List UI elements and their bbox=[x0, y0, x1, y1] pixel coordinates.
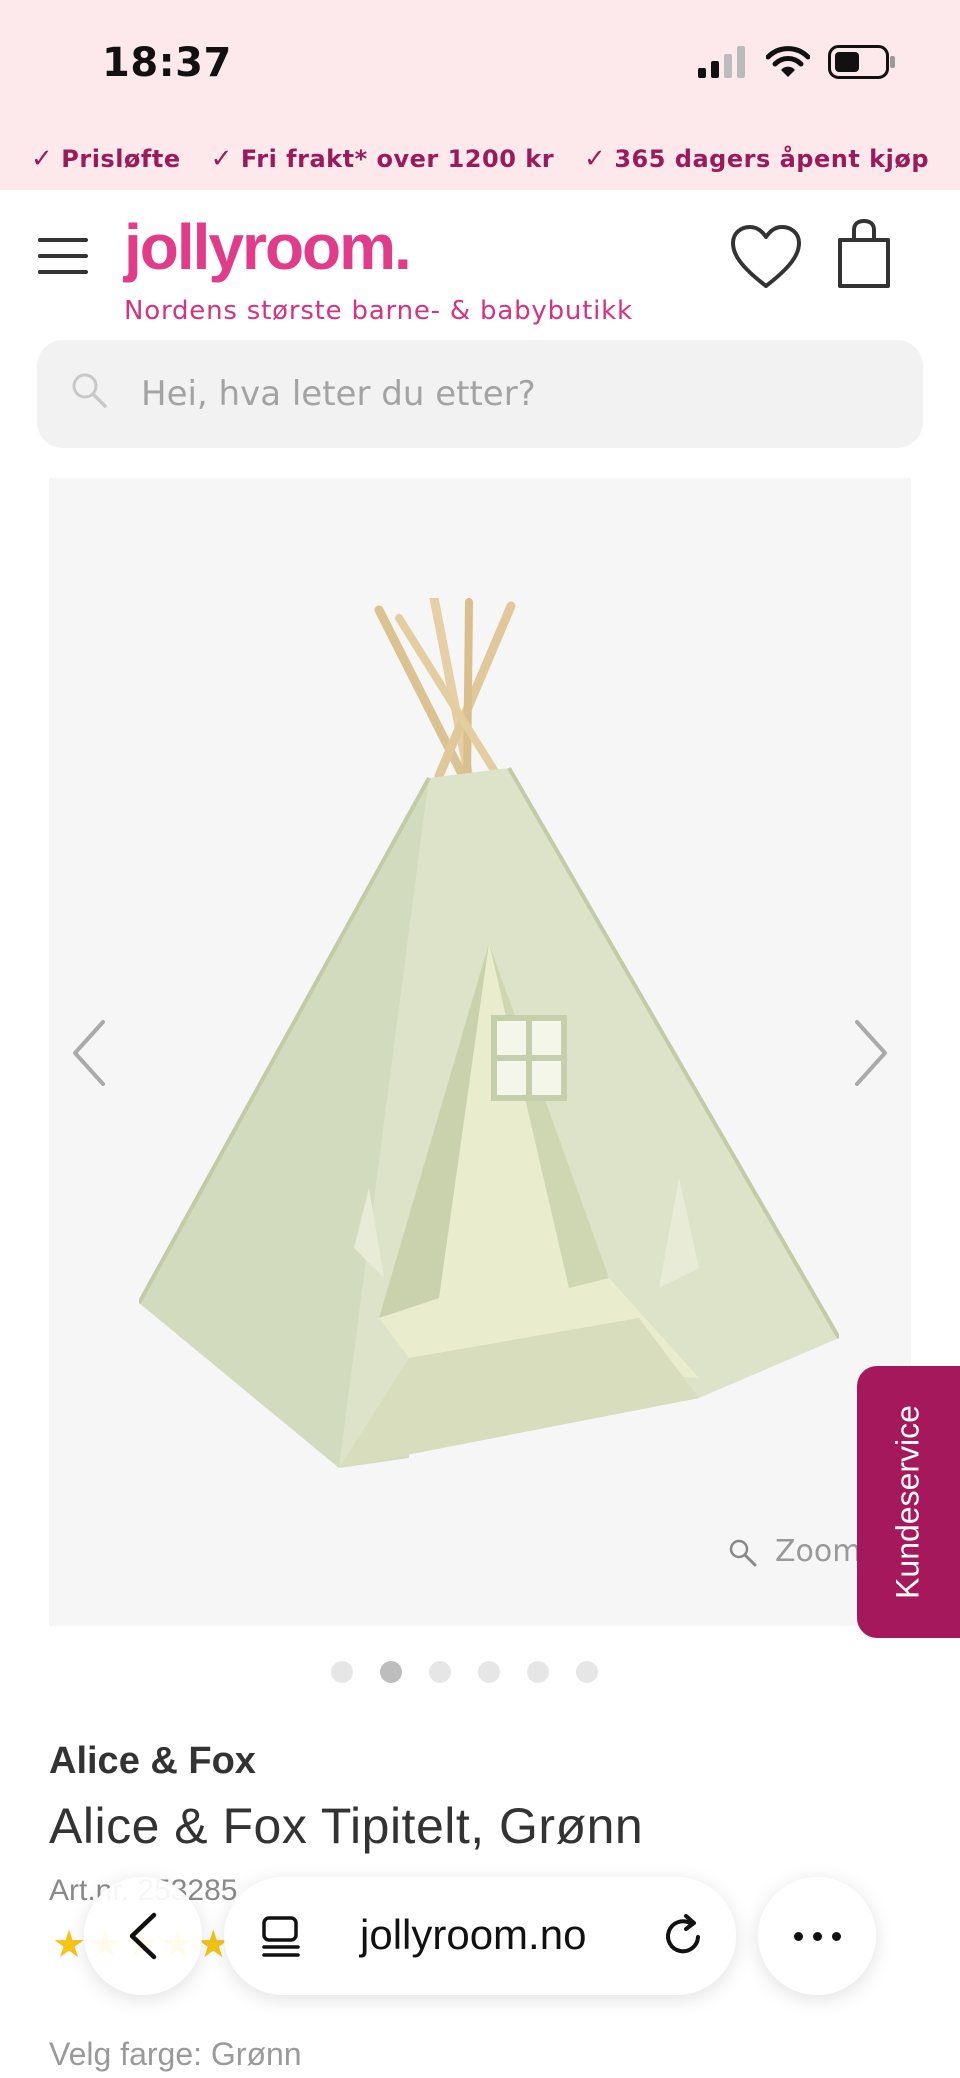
status-bar: 18:37 bbox=[0, 0, 960, 128]
usp-item: ✓ Prisløfte bbox=[31, 144, 181, 174]
product-gallery[interactable]: Zoom bbox=[49, 478, 911, 1626]
carousel-dot[interactable] bbox=[526, 1661, 549, 1683]
search-bar[interactable] bbox=[37, 340, 923, 448]
usp-label: Prisløfte bbox=[61, 145, 181, 173]
checkmark-icon: ✓ bbox=[30, 144, 54, 174]
page-menu-icon[interactable] bbox=[260, 1915, 302, 1959]
more-dot bbox=[812, 1931, 822, 1941]
carousel-dot[interactable] bbox=[428, 1661, 451, 1683]
checkmark-icon: ✓ bbox=[210, 144, 233, 174]
product-title: Alice & Fox Tipitelt, Grønn bbox=[49, 1798, 644, 1854]
chevron-left-icon bbox=[129, 1912, 157, 1960]
previous-image-button[interactable] bbox=[69, 1018, 109, 1088]
reload-icon[interactable] bbox=[660, 1913, 706, 1959]
wishlist-button[interactable] bbox=[730, 224, 802, 290]
product-image[interactable] bbox=[139, 598, 839, 1478]
heart-icon bbox=[731, 225, 801, 288]
browser-back-button[interactable] bbox=[84, 1877, 202, 1995]
next-image-button[interactable] bbox=[851, 1018, 891, 1088]
usp-item: ✓ Fri frakt* over 1200 kr bbox=[211, 144, 554, 174]
cellular-signal-icon bbox=[698, 46, 745, 78]
browser-more-button[interactable] bbox=[758, 1877, 876, 1995]
usp-banner: ✓ Prisløfte ✓ Fri frakt* over 1200 kr ✓ … bbox=[0, 128, 960, 190]
hamburger-line bbox=[38, 254, 88, 258]
carousel-dot[interactable] bbox=[575, 1661, 598, 1683]
magnifier-icon bbox=[729, 1539, 757, 1566]
customer-service-tab[interactable]: Kundeservice bbox=[857, 1366, 960, 1638]
more-dot bbox=[793, 1931, 803, 1941]
carousel-dot-active[interactable] bbox=[379, 1661, 402, 1683]
more-dot bbox=[831, 1931, 841, 1941]
search-icon bbox=[72, 373, 107, 408]
color-selector-label: Velg farge: Grønn bbox=[49, 2036, 302, 2072]
cart-button[interactable] bbox=[836, 218, 892, 290]
checkmark-icon: ✓ bbox=[584, 144, 607, 174]
shopping-bag-icon bbox=[838, 218, 890, 288]
carousel-dots bbox=[0, 1661, 960, 1683]
site-logo[interactable]: jollyroom. bbox=[124, 210, 412, 284]
site-header: jollyroom. Nordens største barne- & baby… bbox=[0, 190, 960, 340]
product-brand[interactable]: Alice & Fox bbox=[49, 1740, 256, 1783]
usp-item: ✓ 365 dagers åpent kjøp bbox=[584, 144, 929, 174]
hamburger-line bbox=[38, 270, 88, 274]
usp-label: 365 dagers åpent kjøp bbox=[614, 145, 930, 173]
battery-icon bbox=[828, 45, 895, 79]
url-text[interactable]: jollyroom.no bbox=[360, 1911, 586, 1959]
wifi-icon bbox=[766, 46, 810, 77]
zoom-label: Zoom bbox=[775, 1534, 862, 1569]
site-tagline: Nordens største barne- & babybutikk bbox=[124, 296, 633, 326]
browser-address-bar[interactable]: jollyroom.no bbox=[224, 1877, 736, 1995]
hamburger-icon bbox=[38, 238, 88, 242]
zoom-button[interactable]: Zoom bbox=[727, 1534, 861, 1569]
carousel-dot[interactable] bbox=[330, 1661, 353, 1683]
status-icons bbox=[698, 44, 896, 80]
usp-label: Fri frakt* over 1200 kr bbox=[240, 145, 555, 173]
carousel-dot[interactable] bbox=[477, 1661, 500, 1683]
customer-service-label: Kundeservice bbox=[889, 1405, 926, 1599]
search-input[interactable] bbox=[141, 362, 881, 426]
hamburger-menu-button[interactable] bbox=[38, 238, 88, 274]
status-time: 18:37 bbox=[102, 40, 232, 86]
